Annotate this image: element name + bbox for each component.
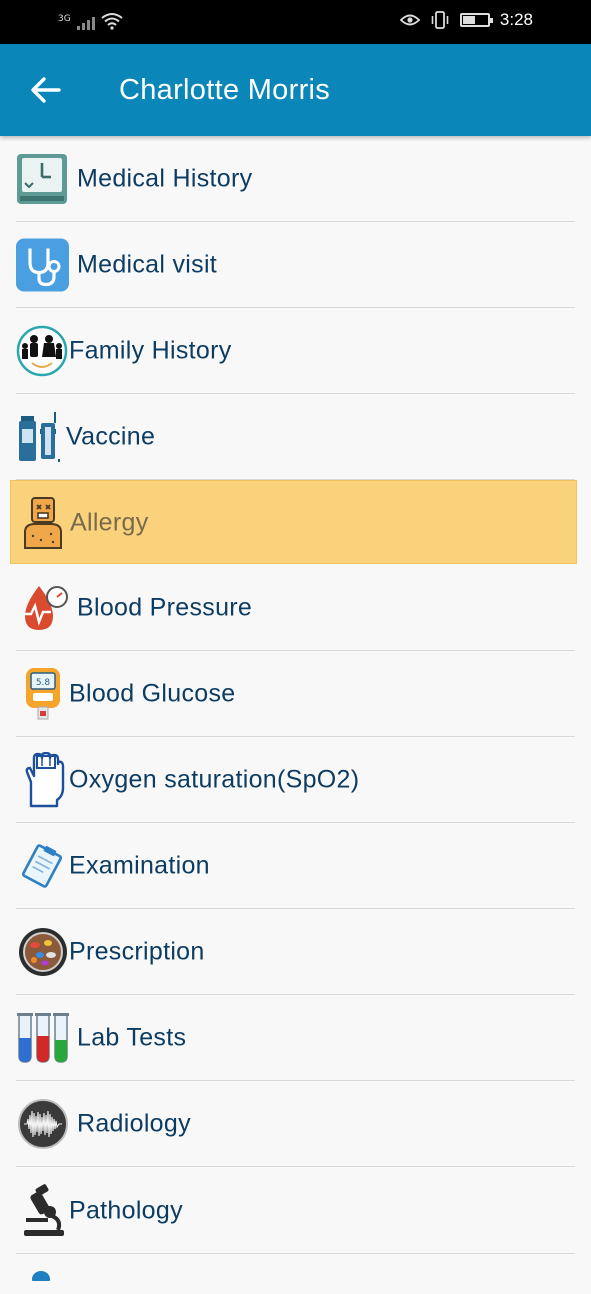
wifi-icon <box>101 13 123 30</box>
menu-item-label: Prescription <box>69 937 205 966</box>
menu-item-label: Allergy <box>70 508 149 536</box>
menu-item-radiology[interactable]: Radiology <box>0 1081 591 1167</box>
menu-item-oxygen-saturation[interactable]: Oxygen saturation(SpO2) <box>0 737 591 823</box>
menu-item-label: Vaccine <box>66 422 156 451</box>
eye-icon <box>399 14 420 26</box>
status-bar: 3G 3:28 <box>0 0 591 44</box>
oximeter-hand-icon <box>25 752 65 808</box>
clipboard-icon <box>21 844 63 888</box>
menu-item-label: Medical visit <box>77 250 218 279</box>
menu-item-family-history[interactable]: Family History <box>0 308 591 394</box>
menu-item-label: Blood Pressure <box>77 593 253 622</box>
allergy-icon <box>24 496 62 549</box>
menu-item-label: Examination <box>69 851 210 880</box>
menu-item-blood-pressure[interactable]: Blood Pressure <box>0 565 591 651</box>
menu-item-label: Blood Glucose <box>69 679 236 708</box>
status-left: 3G <box>58 12 123 30</box>
stethoscope-icon <box>16 238 69 292</box>
menu-item-medical-history[interactable]: Medical History <box>0 136 591 222</box>
menu-item-blood-glucose[interactable]: 5.8 Blood Glucose <box>0 651 591 737</box>
blood-pressure-icon <box>25 586 68 630</box>
radiology-icon <box>18 1099 68 1149</box>
svg-text:5.8: 5.8 <box>36 678 51 688</box>
menu-item-examination[interactable]: Examination <box>0 823 591 909</box>
menu-item-label: Radiology <box>77 1109 191 1138</box>
partial-icon <box>32 1271 50 1281</box>
back-arrow-icon[interactable] <box>28 72 64 108</box>
menu-item-label: Oxygen saturation(SpO2) <box>69 765 360 794</box>
status-right: 3:28 <box>399 10 533 30</box>
menu-item-label: Medical History <box>77 164 253 193</box>
menu-item-partial[interactable] <box>0 1254 591 1294</box>
menu-item-lab-tests[interactable]: Lab Tests <box>0 995 591 1081</box>
menu-item-label: Pathology <box>69 1196 183 1224</box>
menu-item-label: Lab Tests <box>77 1023 187 1052</box>
menu-item-vaccine[interactable]: Vaccine <box>0 394 591 480</box>
menu-item-medical-visit[interactable]: Medical visit <box>0 222 591 308</box>
family-icon <box>16 325 68 377</box>
page-title: Charlotte Morris <box>119 74 331 106</box>
test-tubes-icon <box>17 1013 69 1063</box>
menu-item-pathology[interactable]: Pathology <box>0 1167 591 1254</box>
menu-list: Medical History Medical visit Family His… <box>0 136 591 1294</box>
pills-icon <box>19 928 67 976</box>
network-type: 3G <box>58 14 71 24</box>
microscope-icon <box>24 1183 64 1236</box>
vaccine-icon <box>19 412 60 462</box>
glucometer-icon: 5.8 <box>26 668 60 720</box>
medical-history-icon <box>17 154 67 204</box>
menu-item-prescription[interactable]: Prescription <box>0 909 591 995</box>
vibrate-icon <box>431 11 449 29</box>
menu-item-label: Family History <box>69 336 232 365</box>
menu-item-allergy[interactable]: Allergy <box>0 480 591 565</box>
signal-icon <box>76 14 95 30</box>
clock: 3:28 <box>499 10 533 29</box>
app-bar: Charlotte Morris <box>0 44 591 136</box>
battery-icon <box>459 13 493 27</box>
